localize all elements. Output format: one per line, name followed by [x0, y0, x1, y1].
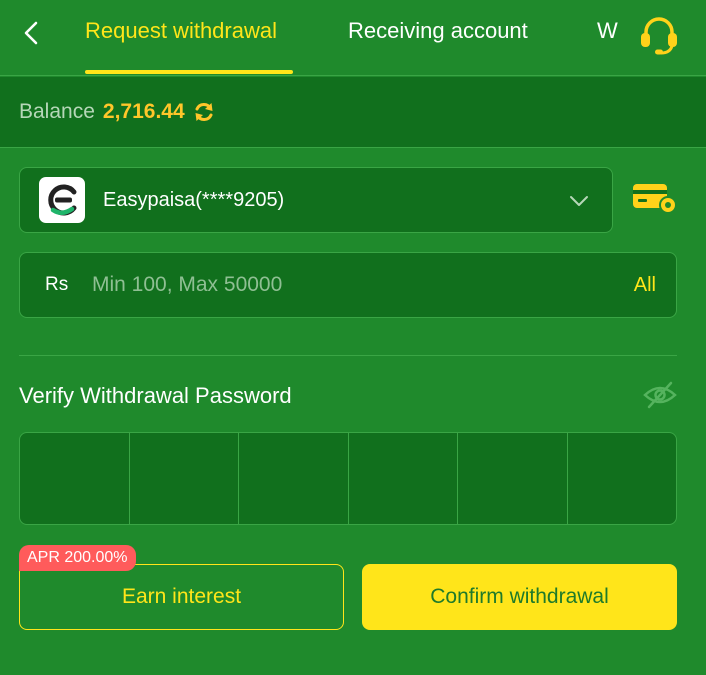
all-amount-button[interactable]: All [634, 274, 656, 297]
active-tab-indicator [85, 70, 293, 74]
password-pin-input[interactable] [19, 432, 677, 525]
refresh-icon[interactable] [192, 100, 216, 124]
apr-badge: APR 200.00% [19, 545, 136, 571]
receiving-account-select[interactable]: Easypaisa(****9205) [19, 167, 613, 233]
pin-digit-4[interactable] [349, 433, 458, 524]
card-gear-icon [633, 184, 677, 214]
customer-support-button[interactable] [634, 12, 684, 58]
top-bar: Request withdrawal Receiving account W [0, 0, 706, 76]
divider [19, 355, 677, 356]
amount-field: Rs All [19, 252, 677, 318]
earn-interest-button[interactable]: Earn interest [19, 564, 344, 630]
pin-digit-2[interactable] [130, 433, 239, 524]
withdrawal-password-label: Verify Withdrawal Password [19, 383, 292, 408]
chevron-down-icon [570, 196, 588, 206]
pin-digit-5[interactable] [458, 433, 568, 524]
manage-cards-button[interactable] [630, 180, 680, 216]
balance-label: Balance [19, 100, 95, 123]
tab-bar: Request withdrawal Receiving account W [70, 0, 630, 76]
pin-digit-1[interactable] [20, 433, 130, 524]
balance-bar: Balance 2,716.44 [0, 77, 706, 148]
eye-off-icon [643, 381, 677, 409]
account-name: Easypaisa(****9205) [103, 188, 285, 211]
headset-icon [641, 17, 677, 55]
currency-label: Rs [45, 274, 69, 295]
pin-digit-3[interactable] [239, 433, 349, 524]
pin-digit-6[interactable] [568, 433, 677, 524]
tab-withdrawal-history[interactable]: W [597, 18, 618, 44]
chevron-left-icon [24, 21, 38, 45]
amount-input[interactable] [92, 253, 634, 317]
tab-receiving-account[interactable]: Receiving account [348, 18, 528, 44]
easypaisa-logo-icon [39, 177, 85, 223]
confirm-withdrawal-button[interactable]: Confirm withdrawal [362, 564, 677, 630]
toggle-password-visibility-button[interactable] [640, 378, 680, 412]
tab-request-withdrawal[interactable]: Request withdrawal [85, 18, 277, 44]
balance-value: 2,716.44 [102, 100, 185, 123]
back-button[interactable] [14, 16, 48, 50]
